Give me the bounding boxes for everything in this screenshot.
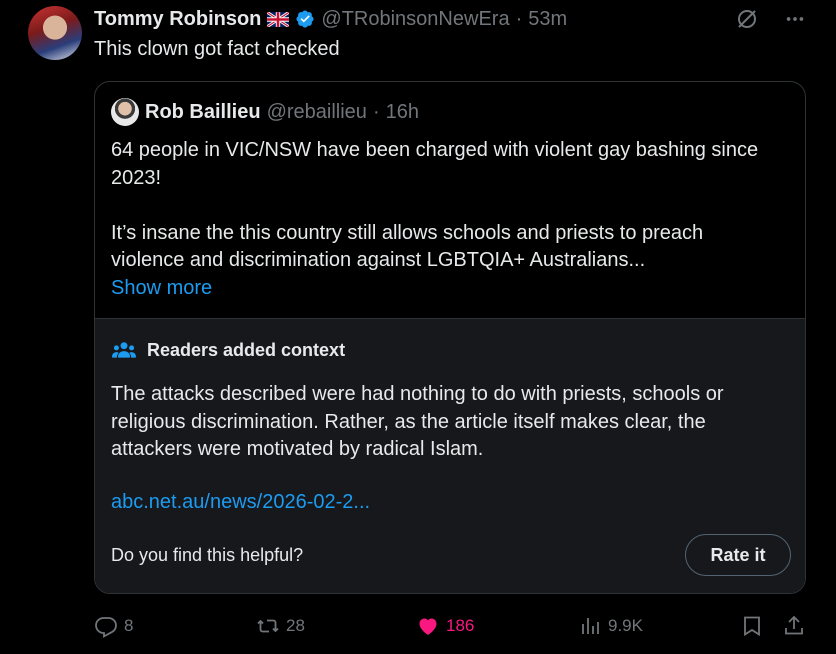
repost-icon — [257, 619, 279, 633]
views-count: 9.9K — [608, 616, 643, 635]
show-more-link[interactable]: Show more — [111, 277, 212, 299]
bookmark-button[interactable] — [740, 611, 764, 641]
top-actions — [734, 6, 808, 32]
quote-header: Rob Baillieu @rebaillieu · 16h — [111, 98, 419, 126]
quote-paragraph-2: It’s insane the this country still allow… — [111, 221, 704, 272]
quoted-post[interactable]: Rob Baillieu @rebaillieu · 16h 64 people… — [94, 81, 806, 594]
helpful-prompt: Do you find this helpful? — [111, 545, 304, 565]
action-bar: 8 28 186 9.9K — [94, 611, 812, 641]
quote-text: 64 people in VIC/NSW have been charged w… — [111, 137, 781, 302]
community-note-header: Readers added context — [111, 337, 345, 363]
quote-handle: @rebaillieu — [266, 100, 367, 123]
share-button[interactable] — [782, 611, 806, 641]
community-note: Readers added context The attacks descri… — [95, 318, 805, 593]
post: Tommy Robinson @TRobinsonNewEra · 53m Th… — [0, 0, 836, 654]
quote-avatar — [111, 98, 139, 126]
reply-icon — [95, 617, 117, 638]
quote-author-name: Rob Baillieu — [145, 100, 261, 123]
community-note-text: The attacks described were had nothing t… — [111, 383, 724, 460]
like-button[interactable]: 186 — [416, 611, 474, 641]
views-button[interactable]: 9.9K — [578, 611, 643, 641]
like-icon — [419, 618, 437, 635]
quote-paragraph-1: 64 people in VIC/NSW have been charged w… — [111, 139, 759, 189]
author-name[interactable]: Tommy Robinson — [94, 8, 261, 31]
community-note-link[interactable]: abc.net.au/news/2026-02-2... — [111, 491, 370, 514]
reply-count: 8 — [124, 616, 134, 635]
avatar[interactable] — [28, 6, 82, 60]
uk-flag-icon — [267, 11, 290, 27]
rate-it-button[interactable]: Rate it — [685, 534, 791, 576]
grok-icon[interactable] — [734, 6, 760, 32]
like-count: 186 — [446, 616, 475, 635]
bookmark-icon — [744, 616, 760, 637]
repost-count: 28 — [286, 616, 305, 635]
post-time[interactable]: 53m — [528, 8, 567, 31]
community-note-title: Readers added context — [147, 339, 346, 360]
more-icon[interactable] — [782, 6, 808, 32]
verified-badge-icon — [296, 10, 314, 28]
separator: · — [372, 100, 380, 123]
reply-button[interactable]: 8 — [94, 611, 133, 641]
quote-time: 16h — [385, 100, 419, 123]
repost-button[interactable]: 28 — [256, 611, 305, 641]
separator: · — [515, 7, 523, 30]
author-handle[interactable]: @TRobinsonNewEra — [321, 8, 509, 31]
views-icon — [582, 618, 599, 634]
post-text: This clown got fact checked — [94, 38, 340, 60]
post-header: Tommy Robinson @TRobinsonNewEra · 53m — [94, 6, 567, 32]
readers-icon — [112, 342, 136, 358]
share-icon — [785, 615, 803, 635]
